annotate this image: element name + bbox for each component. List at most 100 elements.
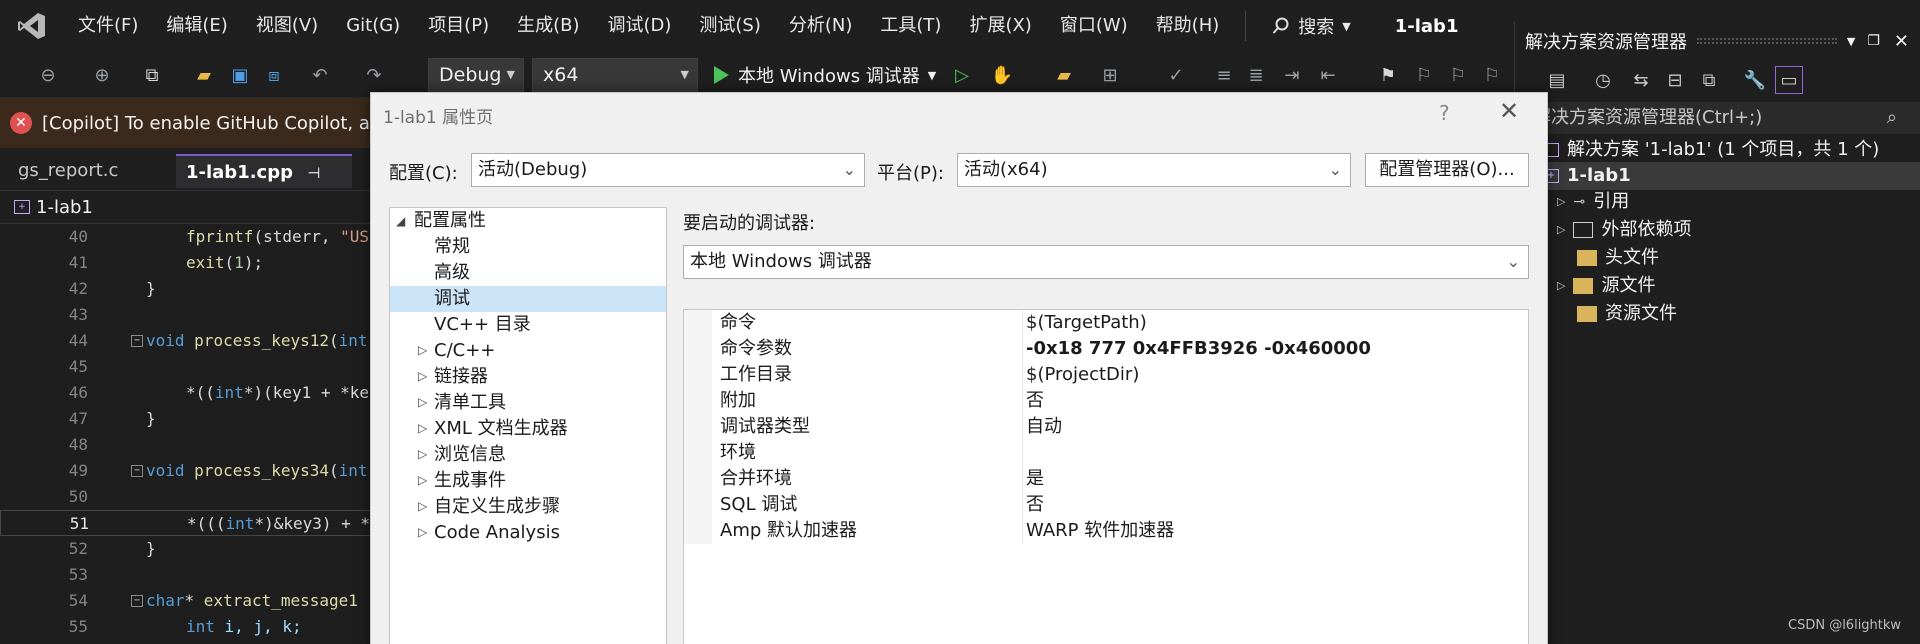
forward-icon[interactable]: ⊕	[88, 61, 116, 89]
collapsed-arrow-icon[interactable]: ▷	[418, 525, 427, 539]
tree-item-linker[interactable]: 链接器	[434, 364, 488, 390]
expand-arrow-icon[interactable]: ▷	[1557, 188, 1565, 216]
solution-config-combo[interactable]: Debug ▼	[428, 58, 524, 92]
menu-analyze[interactable]: 分析(N)	[775, 0, 867, 52]
tab-1-lab1-cpp[interactable]: 1-lab1.cpp ⊣ ✕	[176, 154, 352, 217]
layout-icon[interactable]: ⊞	[1096, 61, 1124, 89]
close-icon[interactable]: ✕	[1499, 97, 1519, 125]
code-editor[interactable]: 40 fprintf(stderr, "US 41 exit(1); 42} 43 …	[0, 224, 372, 644]
tree-item-code-analysis[interactable]: Code Analysis	[434, 520, 560, 546]
collapsed-arrow-icon[interactable]: ▷	[418, 499, 427, 513]
pin-icon[interactable]: ⊣	[307, 164, 320, 182]
preview-icon[interactable]: ▭	[1775, 66, 1803, 94]
header-files-node[interactable]: 头文件	[1577, 244, 1659, 272]
menu-window[interactable]: 窗口(W)	[1046, 0, 1142, 52]
collapse-all-icon[interactable]: ⊟	[1661, 66, 1689, 94]
browse-folder-icon[interactable]: ▰	[1050, 61, 1078, 89]
tree-item-advanced[interactable]: 高级	[434, 260, 470, 286]
bookmark-icon[interactable]: ⚑	[1374, 61, 1402, 89]
collapsed-arrow-icon[interactable]: ▷	[418, 473, 427, 487]
external-deps-node[interactable]: ▷ 外部依赖项	[1557, 216, 1691, 244]
property-value[interactable]: 是	[1026, 466, 1044, 492]
source-files-node[interactable]: ▷ 源文件	[1557, 272, 1655, 300]
save-all-icon[interactable]: ⧈	[260, 61, 288, 89]
menu-edit[interactable]: 编辑(E)	[152, 0, 241, 52]
indent-icon[interactable]: ⇥	[1278, 61, 1306, 89]
property-value[interactable]: 自动	[1026, 414, 1062, 440]
collapsed-arrow-icon[interactable]: ▷	[418, 447, 427, 461]
property-value[interactable]: 否	[1026, 492, 1044, 518]
chevron-down-icon[interactable]: ▼	[1847, 35, 1855, 48]
tree-item-browse-info[interactable]: 浏览信息	[434, 442, 506, 468]
grid-row-sql-debugging[interactable]: SQL 调试 否	[684, 492, 1528, 518]
pending-changes-icon[interactable]: ◷	[1589, 66, 1617, 94]
hot-reload-icon[interactable]: ✋	[988, 61, 1016, 89]
collapsed-arrow-icon[interactable]: ▷	[418, 395, 427, 409]
solution-node[interactable]: 解决方案 '1-lab1' (1 个项目，共 1 个)	[1543, 136, 1879, 164]
tree-item-xml-doc-generator[interactable]: XML 文档生成器	[434, 416, 568, 442]
start-debugging-button[interactable]: 本地 Windows 调试器 ▼	[712, 58, 936, 92]
project-node[interactable]: + 1-lab1	[1543, 162, 1631, 190]
search-button[interactable]: 搜索 ▼	[1258, 13, 1364, 39]
platform-combo[interactable]: x64 ▼	[532, 58, 698, 92]
new-project-icon[interactable]: ⧉	[138, 61, 166, 89]
tab-gs-report[interactable]: gs_report.c	[8, 154, 128, 188]
platform-dialog-combo[interactable]: 活动(x64) ⌄	[957, 153, 1351, 187]
tree-item-vc-directories[interactable]: VC++ 目录	[434, 312, 531, 338]
menu-help[interactable]: 帮助(H)	[1142, 0, 1234, 52]
grid-row-command[interactable]: 命令 $(TargetPath)	[684, 310, 1528, 336]
open-folder-icon[interactable]: ▰	[190, 61, 218, 89]
menu-view[interactable]: 视图(V)	[242, 0, 332, 52]
grid-row-merge-environment[interactable]: 合并环境 是	[684, 466, 1528, 492]
tree-item-manifest-tool[interactable]: 清单工具	[434, 390, 506, 416]
save-icon[interactable]: ▣	[226, 61, 254, 89]
property-value[interactable]: $(ProjectDir)	[1026, 362, 1139, 388]
configuration-manager-button[interactable]: 配置管理器(O)...	[1365, 153, 1529, 187]
menu-git[interactable]: Git(G)	[332, 0, 414, 52]
menu-tools[interactable]: 工具(T)	[866, 0, 955, 52]
tree-item-custom-build-step[interactable]: 自定义生成步骤	[434, 494, 560, 520]
tree-item-general[interactable]: 常规	[434, 234, 470, 260]
property-value[interactable]: -0x18 777 0x4FFB3926 -0x460000	[1026, 336, 1371, 362]
prev-bookmark-icon[interactable]: ⚐	[1410, 61, 1438, 89]
project-navigation-bar[interactable]: + 1-lab1	[0, 190, 380, 224]
collapsed-arrow-icon[interactable]: ▷	[418, 421, 427, 435]
comment-icon[interactable]: ≡	[1210, 61, 1238, 89]
tree-item-config-properties[interactable]: 配置属性	[414, 208, 486, 234]
switch-views-icon[interactable]: ▤	[1543, 66, 1571, 94]
uncomment-icon[interactable]: ≣	[1242, 61, 1270, 89]
resource-files-node[interactable]: 资源文件	[1577, 300, 1677, 328]
menu-debug[interactable]: 调试(D)	[594, 0, 686, 52]
tree-item-build-events[interactable]: 生成事件	[434, 468, 506, 494]
clear-bookmark-icon[interactable]: ⚐	[1478, 61, 1506, 89]
menu-file[interactable]: 文件(F)	[64, 0, 152, 52]
help-icon[interactable]: ?	[1439, 101, 1450, 125]
menu-build[interactable]: 生成(B)	[503, 0, 593, 52]
expanded-arrow-icon[interactable]: ◢	[396, 214, 405, 228]
grid-row-command-arguments[interactable]: 命令参数 -0x18 777 0x4FFB3926 -0x460000	[684, 336, 1528, 362]
grid-row-attach[interactable]: 附加 否	[684, 388, 1528, 414]
property-value[interactable]: $(TargetPath)	[1026, 310, 1147, 336]
next-bookmark-icon[interactable]: ⚐	[1444, 61, 1472, 89]
redo-icon[interactable]: ↷	[360, 61, 388, 89]
collapsed-arrow-icon[interactable]: ▷	[418, 369, 427, 383]
grid-row-amp-accelerator[interactable]: Amp 默认加速器 WARP 软件加速器	[684, 518, 1528, 544]
undo-icon[interactable]: ↶	[306, 61, 334, 89]
property-value[interactable]: 否	[1026, 388, 1044, 414]
start-without-debugging-icon[interactable]: ▷	[948, 61, 976, 89]
references-node[interactable]: ▷ ⊸ 引用	[1557, 188, 1629, 216]
debugger-combo[interactable]: 本地 Windows 调试器 ⌄	[683, 245, 1529, 279]
grid-row-environment[interactable]: 环境	[684, 440, 1528, 466]
spell-check-icon[interactable]: ✓	[1162, 61, 1190, 89]
expand-arrow-icon[interactable]: ▷	[1557, 272, 1565, 300]
solution-search-field[interactable]: 索解决方案资源管理器(Ctrl+;) ⌕	[1515, 102, 1920, 134]
close-icon[interactable]: ✕	[1894, 31, 1909, 52]
back-icon[interactable]: ⊖	[34, 61, 62, 89]
expand-arrow-icon[interactable]: ▷	[1557, 216, 1565, 244]
show-all-files-icon[interactable]: ⧉	[1695, 66, 1723, 94]
menu-project[interactable]: 项目(P)	[414, 0, 503, 52]
maximize-icon[interactable]: ❐	[1867, 33, 1880, 49]
sync-icon[interactable]: ⇆	[1627, 66, 1655, 94]
tree-item-c-cpp[interactable]: C/C++	[434, 338, 495, 364]
grid-row-debugger-type[interactable]: 调试器类型 自动	[684, 414, 1528, 440]
